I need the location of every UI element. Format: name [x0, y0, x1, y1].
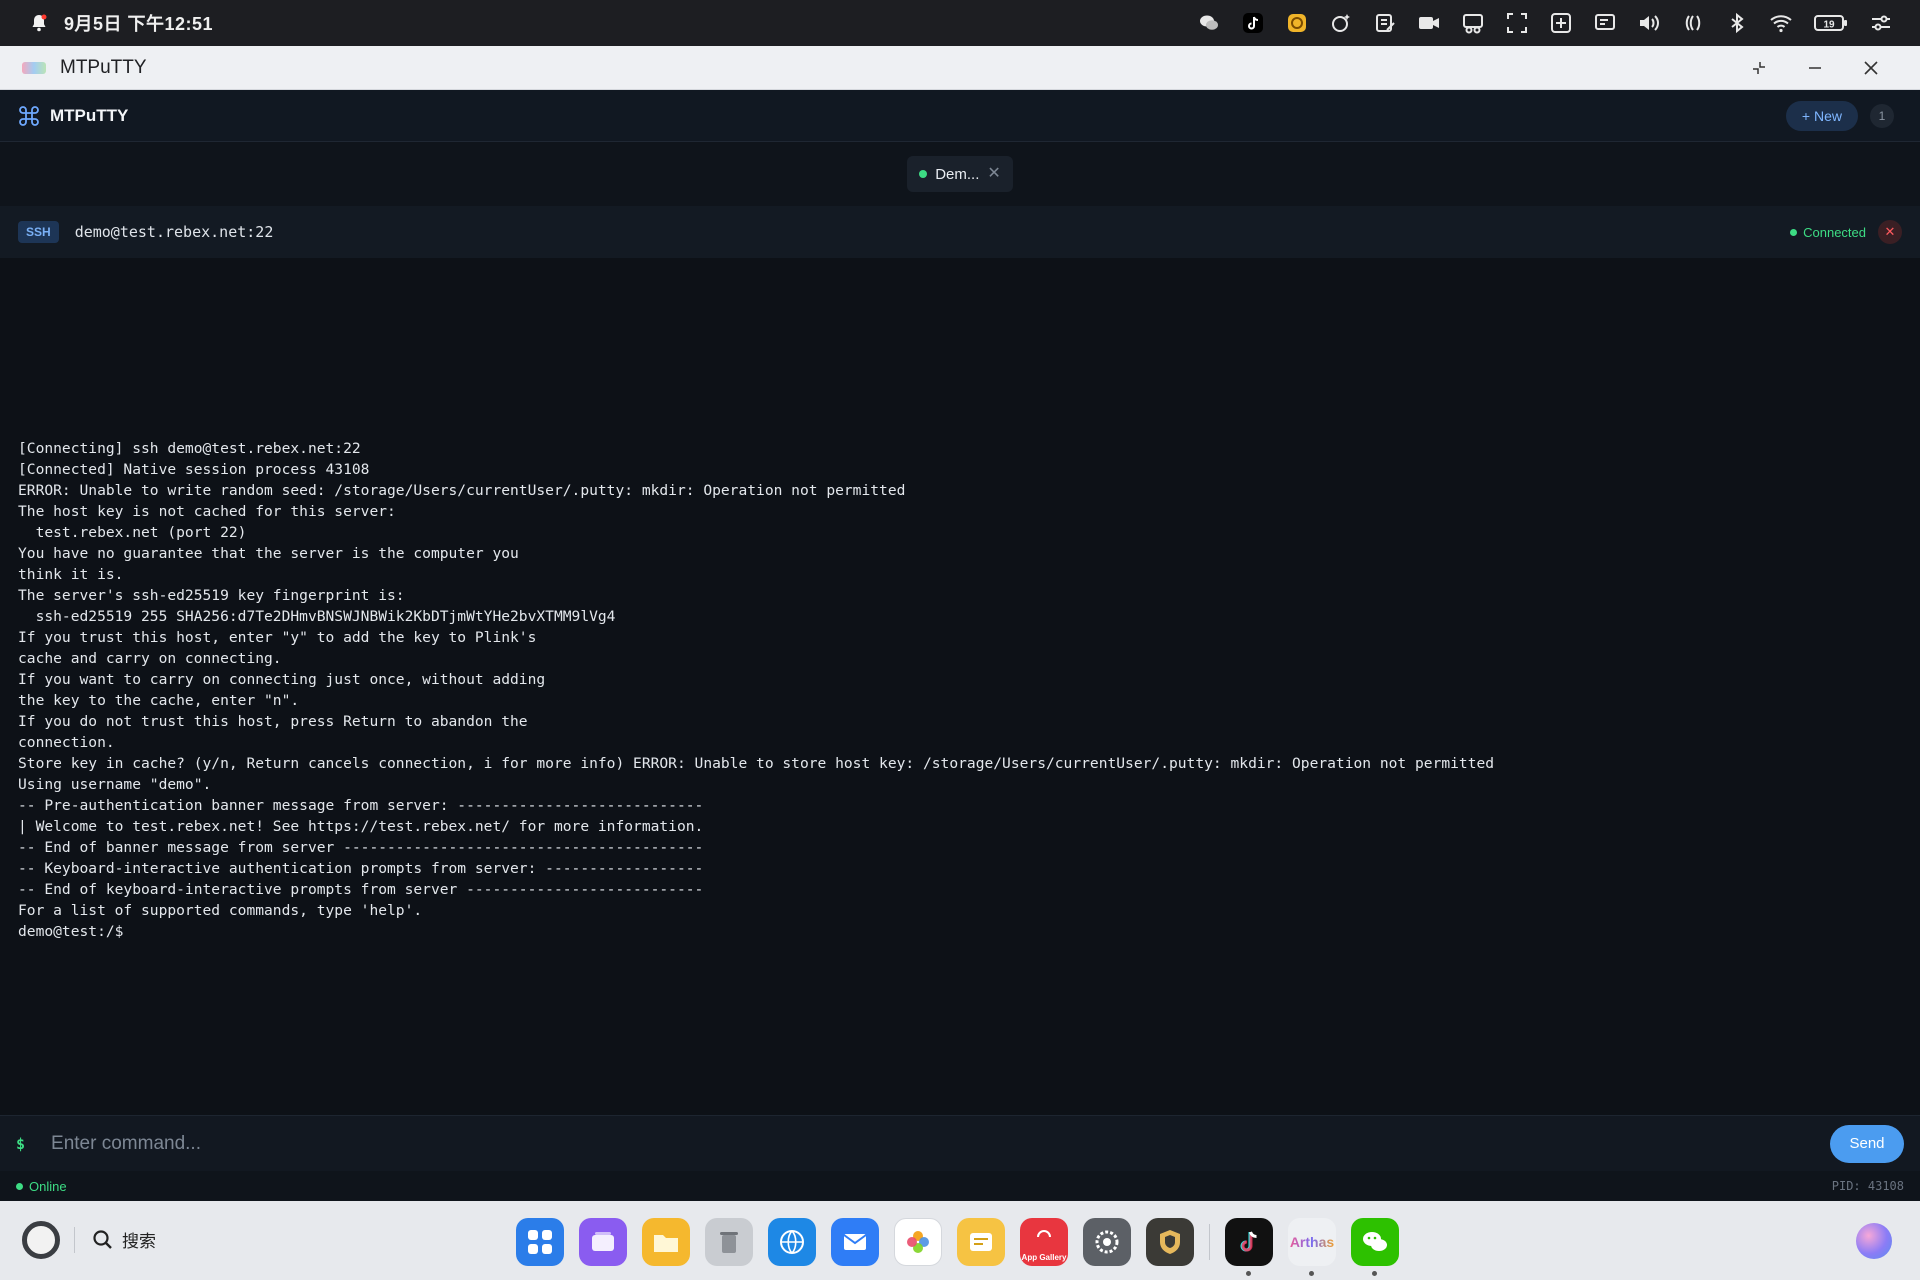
screenshot-icon[interactable] — [1462, 12, 1484, 34]
settings-icon[interactable] — [1083, 1218, 1131, 1266]
multitask-icon[interactable] — [579, 1218, 627, 1266]
app-gallery-icon[interactable]: App Gallery — [1020, 1218, 1068, 1266]
coin-tray-icon[interactable] — [1286, 12, 1308, 34]
browser-icon[interactable] — [768, 1218, 816, 1266]
command-input[interactable] — [51, 1123, 1830, 1164]
process-id: PID: 43108 — [1831, 1179, 1904, 1193]
disconnect-button[interactable]: ✕ — [1878, 220, 1902, 244]
app-footer: Online PID: 43108 — [0, 1171, 1920, 1201]
dock-apps: App Gallery Arthas — [516, 1218, 1399, 1276]
session-tab-strip: Dem... ✕ — [0, 142, 1920, 206]
shield-app-icon[interactable] — [1146, 1218, 1194, 1266]
command-key-icon — [18, 105, 40, 127]
status-icons-tray: 19 — [1198, 12, 1892, 34]
window-title-bar: MTPuTTY — [0, 46, 1920, 90]
wechat-tray-icon[interactable] — [1198, 12, 1220, 34]
calculator-icon[interactable] — [1550, 12, 1572, 34]
assistant-orb-icon[interactable] — [1856, 1223, 1892, 1259]
window-title: MTPuTTY — [60, 56, 147, 78]
connection-status-label: Connected — [1803, 224, 1866, 240]
volume-icon[interactable] — [1638, 12, 1660, 34]
minimize-icon[interactable] — [1804, 57, 1826, 79]
svg-text:19: 19 — [1823, 20, 1835, 31]
tiktok-icon[interactable] — [1225, 1218, 1273, 1276]
close-window-icon[interactable] — [1860, 57, 1882, 79]
send-button[interactable]: Send — [1830, 1124, 1904, 1163]
app-logo-icon — [22, 61, 46, 74]
note-edit-icon[interactable] — [1374, 12, 1396, 34]
tab-demo-session[interactable]: Dem... ✕ — [907, 156, 1013, 192]
ai-sparkle-icon[interactable] — [1330, 12, 1352, 34]
tiktok-tray-icon[interactable] — [1242, 12, 1264, 34]
app-header: MTPuTTY + New 1 — [0, 90, 1920, 142]
system-status-bar: 9月5日 下午12:51 19 — [0, 0, 1920, 46]
trash-icon[interactable] — [705, 1218, 753, 1266]
protocol-badge: SSH — [18, 221, 59, 243]
online-status-dot — [16, 1182, 23, 1190]
terminal-text: [Connecting] ssh demo@test.rebex.net:22 … — [18, 440, 1495, 940]
search-icon — [93, 1229, 112, 1249]
dock-search[interactable]: 搜索 — [92, 1227, 156, 1252]
notification-bell-icon[interactable] — [28, 12, 50, 34]
dock-app-label: Arthas — [1289, 1234, 1335, 1250]
files-icon[interactable] — [642, 1218, 690, 1266]
session-host: demo@test.rebex.net:22 — [74, 223, 274, 241]
bluetooth-icon[interactable] — [1726, 12, 1748, 34]
terminal-output[interactable]: [Connecting] ssh demo@test.rebex.net:22 … — [0, 258, 1920, 1115]
running-indicator — [1372, 1271, 1377, 1276]
running-indicator — [1309, 1271, 1314, 1276]
command-bar: $ Send — [0, 1115, 1920, 1171]
online-status-label: Online — [29, 1178, 67, 1194]
connection-status: Connected — [1790, 225, 1866, 240]
tab-label: Dem... — [935, 165, 980, 183]
nfc-icon[interactable] — [1682, 12, 1704, 34]
start-button[interactable] — [22, 1221, 60, 1259]
app-brand: MTPuTTY — [50, 105, 129, 125]
online-status: Online — [16, 1179, 67, 1194]
system-clock: 9月5日 下午12:51 — [64, 14, 214, 34]
tab-status-dot — [919, 170, 928, 178]
session-count-badge: 1 — [1870, 103, 1894, 128]
photos-icon[interactable] — [894, 1218, 942, 1266]
dock-divider — [74, 1227, 75, 1253]
screen-record-icon[interactable] — [1418, 12, 1440, 34]
wechat-icon[interactable] — [1351, 1218, 1399, 1276]
connection-status-dot — [1790, 228, 1798, 236]
system-dock: 搜索 App Gallery Arthas — [0, 1201, 1920, 1280]
running-indicator — [1246, 1271, 1251, 1276]
control-center-icon[interactable] — [1870, 12, 1892, 34]
wifi-icon[interactable] — [1770, 12, 1792, 34]
restore-window-icon[interactable] — [1748, 57, 1770, 79]
notes-icon[interactable] — [957, 1218, 1005, 1266]
projection-icon[interactable] — [1594, 12, 1616, 34]
battery-icon: 19 — [1814, 12, 1848, 34]
prompt-sign: $ — [16, 1134, 26, 1153]
new-session-button[interactable]: + New — [1785, 100, 1858, 131]
dock-app-label: App Gallery — [1021, 1253, 1067, 1262]
arthas-icon[interactable]: Arthas — [1288, 1218, 1336, 1276]
tab-close-icon[interactable]: ✕ — [987, 166, 1000, 182]
session-info-bar: SSH demo@test.rebex.net:22 Connected ✕ — [0, 206, 1920, 258]
dock-app-divider — [1209, 1224, 1210, 1260]
window-controls — [1748, 57, 1898, 79]
crop-frame-icon[interactable] — [1506, 12, 1528, 34]
mail-icon[interactable] — [831, 1218, 879, 1266]
app-center-icon[interactable] — [516, 1218, 564, 1266]
dock-search-label: 搜索 — [122, 1232, 156, 1251]
